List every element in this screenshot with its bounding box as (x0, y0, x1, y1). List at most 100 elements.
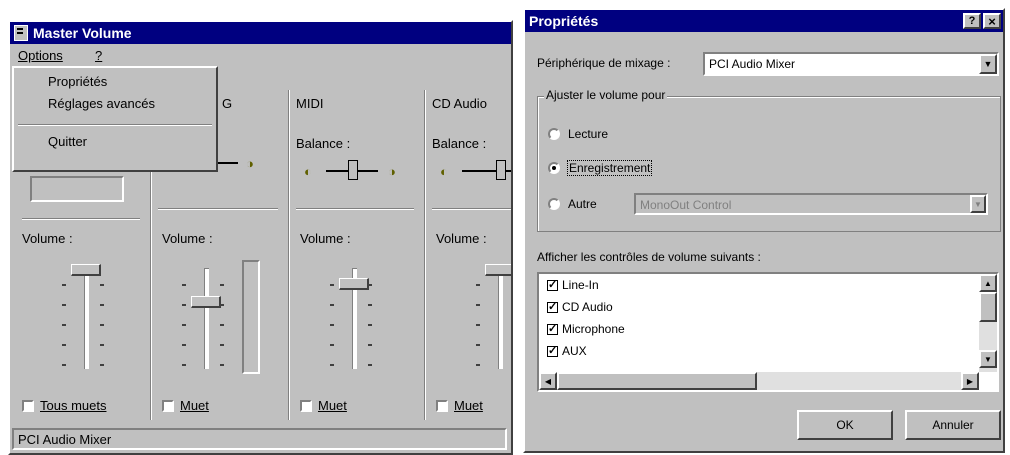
vertical-scrollbar[interactable]: ▲ ▼ (979, 274, 997, 372)
group-label: Ajuster le volume pour (544, 88, 668, 102)
list-item[interactable]: Microphone (547, 322, 625, 336)
close-button[interactable]: × (983, 13, 1001, 29)
mute-checkbox[interactable]: Muet (436, 398, 483, 413)
cancel-label: Annuler (932, 418, 974, 432)
mute-all-checkbox[interactable]: Tous muets (22, 398, 106, 413)
list-item[interactable]: AUX (547, 344, 587, 358)
radio[interactable] (548, 198, 560, 210)
help-button[interactable]: ? (963, 13, 981, 29)
menu-item-properties[interactable]: Propriétés (48, 74, 107, 89)
list-item[interactable]: Line-In (547, 278, 599, 292)
checkbox-checked[interactable] (547, 344, 558, 357)
checkbox[interactable] (162, 399, 174, 412)
radio-record[interactable]: Enregistrement (548, 160, 653, 176)
balance-label: Balance : (432, 136, 487, 151)
chevron-down-icon[interactable]: ▼ (979, 54, 997, 74)
balance-thumb[interactable] (348, 160, 358, 180)
list-item-label: Microphone (562, 322, 625, 336)
other-value: MonoOut Control (640, 198, 732, 212)
volume-label: Volume : (300, 231, 351, 246)
checkbox-checked[interactable] (547, 300, 558, 313)
volume-label: Volume : (22, 231, 73, 246)
channel-cd-audio: CD Audio Balance : ◐ Volume : Muet (424, 88, 511, 428)
radio-label: Lecture (568, 127, 609, 141)
checkbox-checked[interactable] (547, 322, 558, 335)
dialog-titlebar[interactable]: Propriétés ? × (525, 10, 1003, 32)
tick (368, 304, 372, 306)
channel-midi: MIDI Balance : ◐ ◑ Volume : Muet (288, 88, 424, 428)
balance-slider[interactable] (30, 176, 124, 202)
scroll-right-icon[interactable]: ▶ (961, 372, 979, 390)
tick (330, 364, 334, 366)
radio[interactable] (548, 128, 560, 140)
cancel-button[interactable]: Annuler (905, 410, 1001, 440)
list-item-label: AUX (562, 344, 587, 358)
master-volume-window: Master Volume Options ? Volume : Tous mu… (8, 20, 513, 455)
menu-options[interactable]: Options (18, 48, 63, 63)
tick (330, 324, 334, 326)
scroll-up-icon[interactable]: ▲ (979, 274, 997, 292)
menu-help[interactable]: ? (95, 48, 102, 63)
properties-dialog: Propriétés ? × Périphérique de mixage : … (523, 8, 1005, 453)
tick (220, 364, 224, 366)
menu-bar: Options ? (10, 46, 511, 66)
ok-button[interactable]: OK (797, 410, 893, 440)
balance-slider[interactable]: ◐ (440, 160, 511, 182)
device-value: PCI Audio Mixer (709, 57, 796, 71)
tick (220, 304, 224, 306)
scroll-thumb[interactable] (979, 292, 997, 322)
volume-thumb[interactable] (71, 264, 101, 276)
list-item-label: CD Audio (562, 300, 613, 314)
menu-item-advanced[interactable]: Réglages avancés (48, 96, 155, 111)
volume-thumb[interactable] (485, 264, 511, 276)
scroll-thumb[interactable] (557, 372, 757, 390)
device-select[interactable]: PCI Audio Mixer ▼ (703, 52, 999, 76)
separator (296, 208, 414, 210)
chevron-down-icon[interactable]: ▼ (970, 195, 986, 213)
options-menu: Propriétés Réglages avancés Quitter (12, 66, 218, 172)
volume-label: Volume : (436, 231, 487, 246)
tick (100, 324, 104, 326)
balance-thumb[interactable] (496, 160, 506, 180)
scroll-left-icon[interactable]: ◀ (539, 372, 557, 390)
volume-group: Ajuster le volume pour Lecture Enregistr… (537, 88, 1001, 232)
tick (330, 284, 334, 286)
horizontal-scrollbar[interactable]: ◀ ▶ (539, 372, 979, 390)
tick (476, 284, 480, 286)
device-label: Périphérique de mixage : (537, 56, 671, 70)
radio-label: Enregistrement (566, 160, 653, 176)
tick (182, 324, 186, 326)
checkbox[interactable] (436, 399, 448, 412)
radio-selected[interactable] (548, 162, 560, 174)
list-item-label: Line-In (562, 278, 599, 292)
checkbox[interactable] (22, 399, 34, 412)
level-meter (242, 260, 260, 374)
speaker-right-icon: ◑ (246, 156, 254, 171)
volume-thumb[interactable] (339, 278, 369, 290)
mute-checkbox[interactable]: Muet (162, 398, 209, 413)
tick (62, 304, 66, 306)
checkbox-checked[interactable] (547, 278, 558, 291)
tick (182, 364, 186, 366)
radio-other[interactable]: Autre (548, 197, 597, 211)
separator (158, 208, 278, 210)
volume-thumb[interactable] (191, 296, 221, 308)
other-select[interactable]: MonoOut Control ▼ (634, 193, 988, 215)
mute-checkbox[interactable]: Muet (300, 398, 347, 413)
separator (22, 218, 140, 220)
checkbox[interactable] (300, 399, 312, 412)
volume-label: Volume : (162, 231, 213, 246)
window-title: Master Volume (33, 25, 132, 41)
master-titlebar[interactable]: Master Volume (10, 22, 511, 44)
balance-slider[interactable]: ◐ ◑ (304, 160, 404, 182)
list-label: Afficher les contrôles de volume suivant… (537, 250, 761, 264)
radio-playback[interactable]: Lecture (548, 127, 608, 141)
menu-item-quit[interactable]: Quitter (48, 134, 87, 149)
mute-label: Muet (180, 398, 209, 413)
list-item[interactable]: CD Audio (547, 300, 613, 314)
mute-label: Muet (318, 398, 347, 413)
tick (330, 344, 334, 346)
controls-list[interactable]: Line-In CD Audio Microphone AUX ▲ ▼ ◀ ▶ (537, 272, 999, 392)
scroll-down-icon[interactable]: ▼ (979, 350, 997, 368)
mute-all-label: Tous muets (40, 398, 107, 413)
